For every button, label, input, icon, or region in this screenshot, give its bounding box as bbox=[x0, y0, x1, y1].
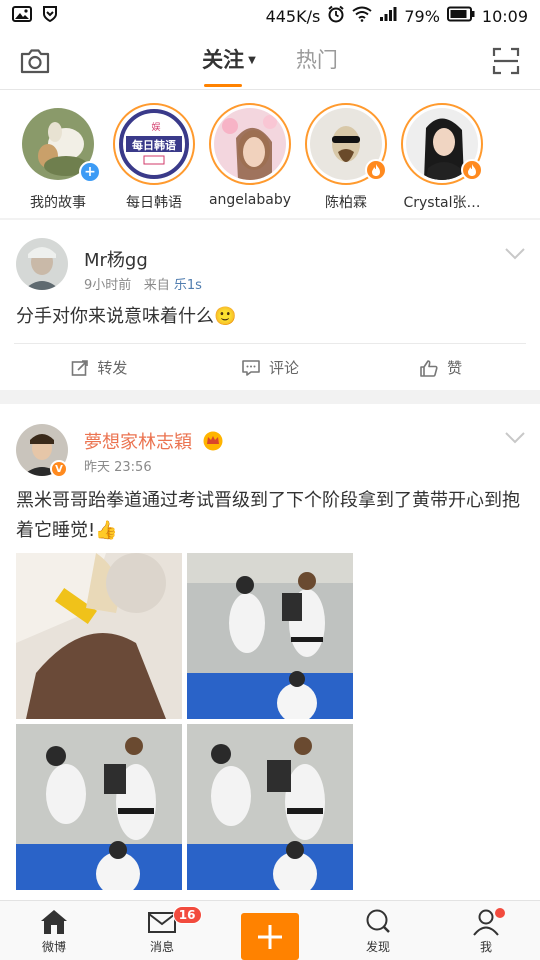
tab-home-label: 微博 bbox=[41, 940, 66, 954]
battery-icon bbox=[446, 6, 475, 26]
post-image-grid bbox=[16, 553, 353, 890]
scan-icon bbox=[492, 47, 520, 75]
home-icon bbox=[41, 910, 67, 934]
post-photo[interactable] bbox=[16, 553, 182, 719]
thumbs-up-icon bbox=[420, 359, 438, 377]
network-speed: 445K/s bbox=[265, 6, 321, 26]
repost-button[interactable]: 转发 bbox=[14, 344, 185, 391]
image-notification-icon bbox=[12, 6, 32, 26]
tab-home[interactable]: 微博 bbox=[0, 901, 108, 960]
story-avatar-ring bbox=[209, 103, 291, 185]
like-button[interactable]: 赞 bbox=[355, 344, 526, 391]
post-source-link[interactable]: 乐1s bbox=[174, 278, 202, 293]
post-time: 昨天 23:56 bbox=[84, 460, 152, 475]
status-bar: 445K/s 79% 10:09 bbox=[0, 0, 540, 32]
story-name: Crystal张… bbox=[403, 195, 481, 211]
scan-button[interactable] bbox=[492, 47, 520, 75]
post-source-prefix: 来自 bbox=[143, 278, 170, 293]
vip-crown-icon bbox=[202, 431, 224, 456]
weibo-feed-screen: 445K/s 79% 10:09 关注 ▼ 热门 + 我的故事 每日韩语 娱 每… bbox=[0, 0, 540, 960]
verified-badge-icon: V bbox=[50, 460, 68, 478]
story-avatar-ring: 每日韩语娱 bbox=[113, 103, 195, 185]
post-photo[interactable] bbox=[187, 553, 353, 719]
notification-dot-badge bbox=[494, 908, 505, 918]
repost-label: 转发 bbox=[97, 359, 128, 377]
post-text: 黑米哥哥跆拳道通过考试晋级到了下个阶段拿到了黄带开心到抱着它睡觉!👍 bbox=[16, 490, 520, 541]
post-time: 9小时前 bbox=[84, 278, 132, 293]
story-logo-text: 每日韩语 bbox=[132, 138, 176, 152]
fire-icon bbox=[365, 159, 387, 181]
feed-post: V 夢想家林志穎 昨天 23:56 黑米哥哥跆拳道通过考试晋级到了下个阶段拿到了… bbox=[0, 404, 540, 900]
post-menu-chevron-icon[interactable] bbox=[504, 430, 526, 444]
story-item[interactable]: 每日韩语 娱 每日韩语 bbox=[106, 90, 202, 218]
post-menu-chevron-icon[interactable] bbox=[504, 246, 526, 260]
avatar: 每日韩语娱 bbox=[118, 108, 190, 180]
tab-following[interactable]: 关注 ▼ bbox=[202, 42, 256, 87]
story-name: 每日韩语 bbox=[126, 195, 182, 211]
story-item[interactable]: Crystal张… bbox=[394, 90, 490, 218]
tab-messages-label: 消息 bbox=[149, 940, 174, 954]
svg-text:娱: 娱 bbox=[151, 121, 160, 133]
post-actions: 转发 评论 赞 bbox=[14, 343, 526, 391]
repost-icon bbox=[72, 359, 89, 376]
post-username[interactable]: Mr杨gg bbox=[84, 246, 148, 272]
post-photo[interactable] bbox=[187, 724, 353, 890]
post-meta: 9小时前 来自 乐1s bbox=[84, 274, 202, 293]
story-item[interactable]: 陈柏霖 bbox=[298, 90, 394, 218]
tab-messages[interactable]: 消息 16 bbox=[108, 901, 216, 960]
story-avatar-ring bbox=[305, 103, 387, 185]
post-username[interactable]: 夢想家林志穎 bbox=[84, 428, 224, 456]
compose-button[interactable] bbox=[241, 913, 299, 960]
feed-post: Mr杨gg 9小时前 来自 乐1s 分手对你来说意味着什么🙂 转发 评论 赞 bbox=[0, 220, 540, 390]
search-icon bbox=[366, 909, 390, 933]
clock-time: 10:09 bbox=[481, 6, 528, 26]
compose-tab[interactable] bbox=[216, 901, 324, 960]
story-item[interactable]: angelababy bbox=[202, 90, 298, 218]
story-name: 我的故事 bbox=[30, 195, 86, 211]
tab-me[interactable]: 我 bbox=[432, 901, 540, 960]
plus-icon bbox=[258, 924, 282, 949]
add-story-icon: + bbox=[79, 161, 101, 183]
tab-me-label: 我 bbox=[479, 940, 492, 954]
story-name: 陈柏霖 bbox=[325, 195, 367, 211]
fire-icon bbox=[461, 159, 483, 181]
comment-label: 评论 bbox=[269, 359, 300, 377]
tab-following-label: 关注 bbox=[202, 48, 245, 72]
avatar[interactable] bbox=[16, 238, 68, 290]
tab-hot[interactable]: 热门 bbox=[296, 42, 338, 79]
signal-icon bbox=[379, 6, 397, 26]
story-avatar-ring bbox=[401, 103, 483, 185]
story-avatar-ring: + bbox=[17, 103, 101, 185]
tab-discover[interactable]: 发现 bbox=[324, 901, 432, 960]
bottom-tab-bar: 微博 消息 16 发现 我 bbox=[0, 900, 540, 960]
story-item[interactable]: + 我的故事 bbox=[10, 90, 106, 218]
story-name: angelababy bbox=[208, 192, 292, 208]
shield-notification-icon bbox=[42, 5, 58, 27]
battery-percent: 79% bbox=[404, 6, 440, 26]
dropdown-caret-icon: ▼ bbox=[248, 55, 256, 66]
post-photo[interactable] bbox=[16, 724, 182, 890]
avatar bbox=[214, 108, 286, 180]
wifi-icon bbox=[352, 6, 372, 26]
post-text: 分手对你来说意味着什么🙂 bbox=[16, 306, 237, 327]
comment-button[interactable]: 评论 bbox=[185, 344, 356, 391]
post-meta: 昨天 23:56 bbox=[84, 456, 152, 475]
section-divider bbox=[0, 390, 540, 404]
tab-discover-label: 发现 bbox=[365, 940, 390, 954]
tab-hot-label: 热门 bbox=[295, 48, 338, 72]
stories-strip: + 我的故事 每日韩语 娱 每日韩语 angelababy 陈柏霖 Crystal… bbox=[0, 90, 540, 218]
like-label: 赞 bbox=[447, 359, 463, 377]
post-username-text: 夢想家林志穎 bbox=[84, 432, 192, 453]
active-tab-indicator bbox=[204, 84, 243, 87]
unread-count-badge: 16 bbox=[172, 906, 202, 924]
top-nav-bar: 关注 ▼ 热门 bbox=[0, 32, 540, 90]
alarm-icon bbox=[327, 5, 345, 27]
comment-icon bbox=[242, 359, 260, 376]
